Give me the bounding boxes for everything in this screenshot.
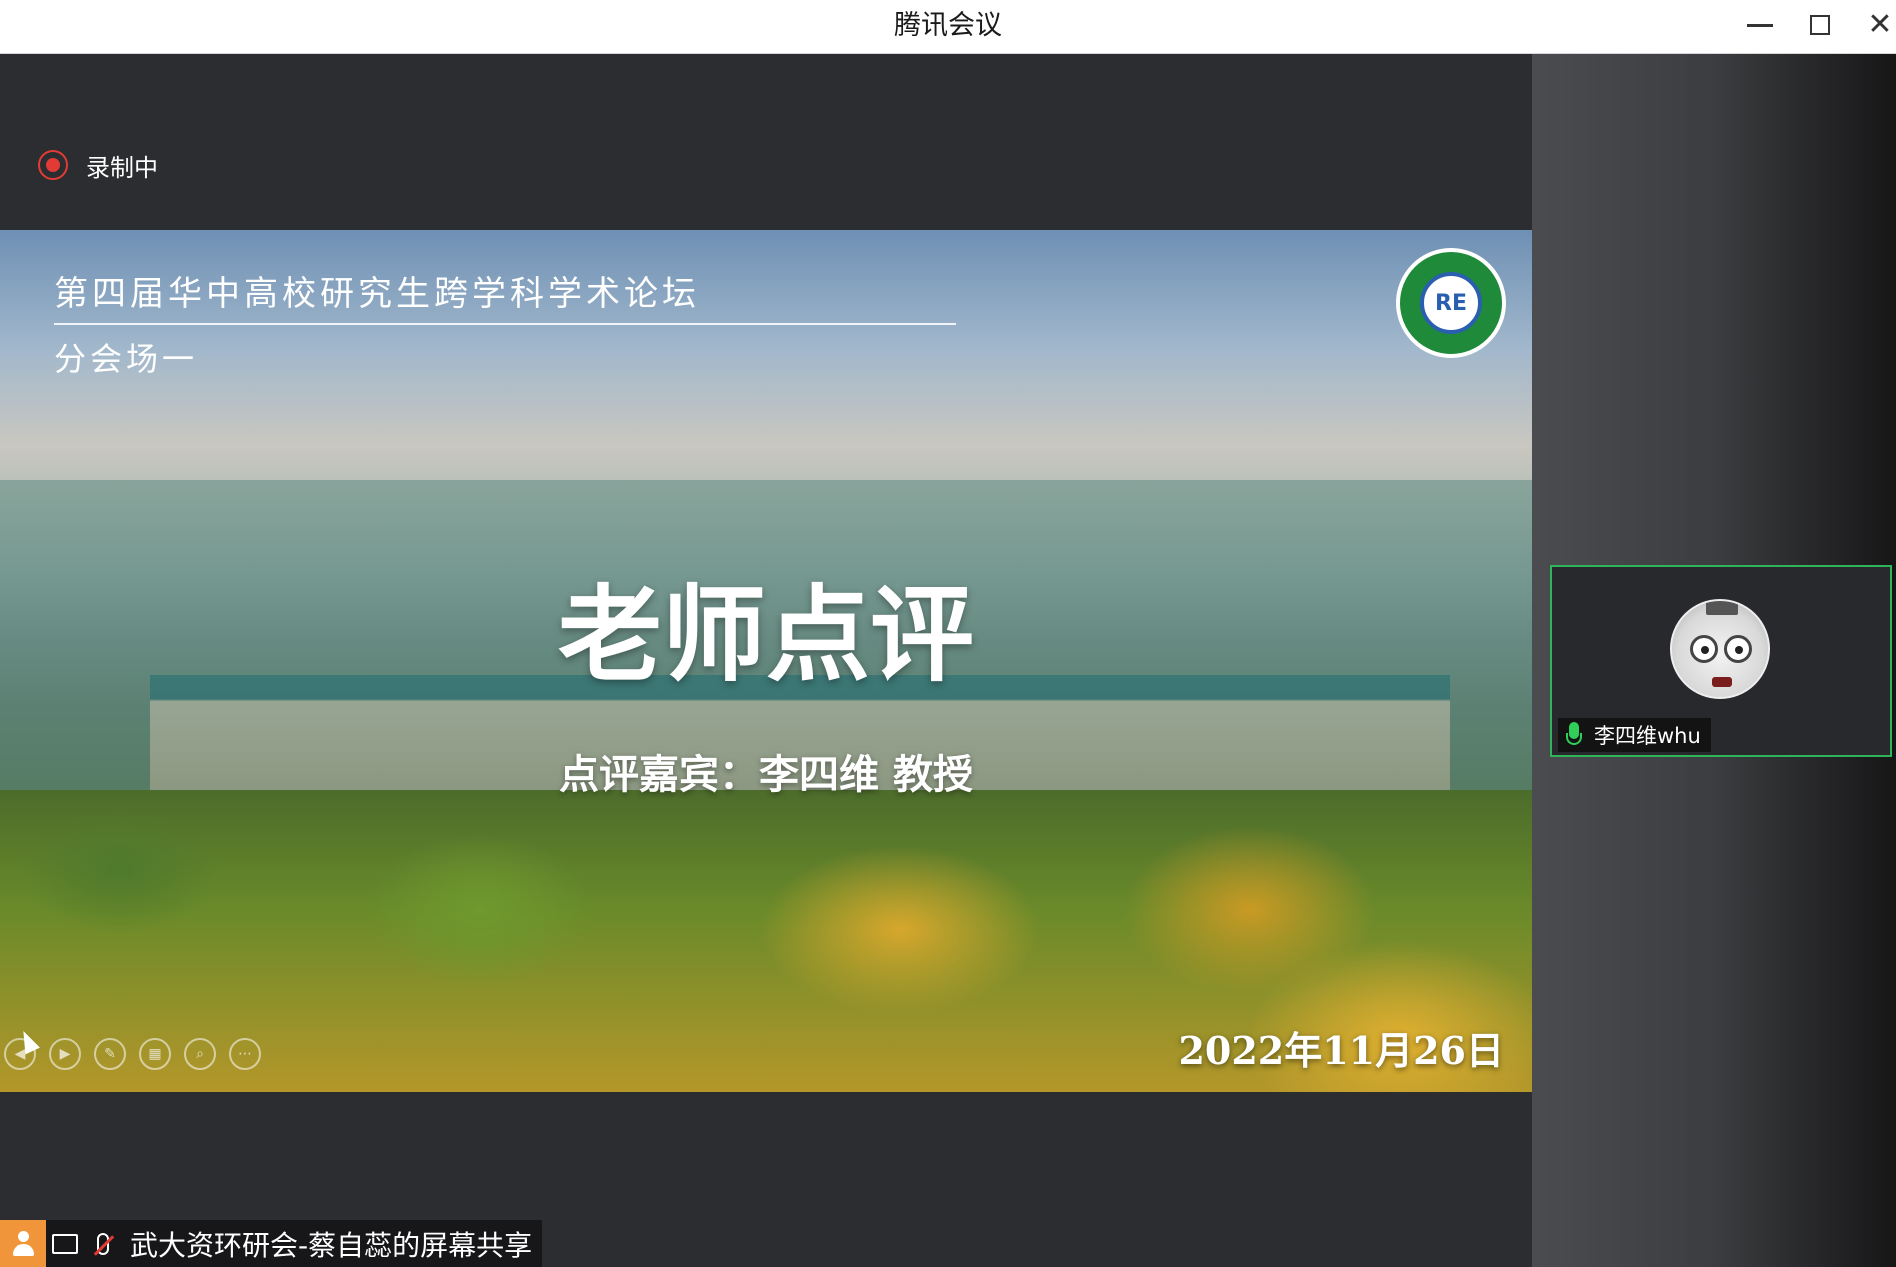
slideshow-controls: ◀ ▶ ✎ ▦ ⌕ ⋯ [4, 1038, 261, 1070]
close-icon: ✕ [1867, 7, 1893, 42]
app-title: 腾讯会议 [894, 10, 1002, 41]
participant-video-tile[interactable]: 李四维whu [1550, 565, 1892, 757]
hat-icon [1706, 601, 1738, 615]
slide-divider [54, 323, 956, 325]
more-icon[interactable]: ⋯ [229, 1038, 261, 1070]
slide-guest: 点评嘉宾：李四维 教授 [559, 751, 973, 798]
school-logo: RE [1396, 248, 1506, 358]
slides-overview-icon[interactable]: ▦ [139, 1038, 171, 1070]
avatar [1670, 599, 1770, 699]
screen-share-bar[interactable]: 武大资环研会-蔡自蕊的屏幕共享 [0, 1220, 543, 1267]
zoom-icon[interactable]: ⌕ [184, 1038, 216, 1070]
slide-session-name: 分会场一 [54, 340, 199, 378]
maximize-button[interactable] [1792, 0, 1848, 50]
eye-icon [1724, 635, 1752, 663]
logo-emblem: RE [1420, 272, 1482, 334]
maximize-icon [1810, 15, 1830, 35]
bowtie-icon [1712, 677, 1732, 687]
shared-screen-area: 录制中 第四届华中高校研究生跨学科学术论坛 分会场一 RE 老师点评 点评嘉宾：… [0, 54, 1532, 1267]
mic-muted-icon[interactable] [84, 1220, 122, 1267]
slide-date: 2022年11月26日 [1178, 1028, 1504, 1073]
participant-name-tag: 李四维whu [1558, 718, 1711, 752]
minimize-button[interactable] [1732, 0, 1788, 50]
participant-name: 李四维whu [1594, 724, 1701, 748]
record-icon [38, 150, 68, 180]
person-icon[interactable] [0, 1220, 46, 1267]
screen-share-label: 武大资环研会-蔡自蕊的屏幕共享 [130, 1228, 533, 1262]
recording-indicator[interactable]: 录制中 [38, 145, 158, 185]
slide-title: 老师点评 [557, 573, 974, 696]
screen-share-icon[interactable] [46, 1220, 84, 1267]
close-button[interactable]: ✕ [1852, 0, 1896, 50]
eye-icon [1690, 635, 1718, 663]
minimize-icon [1747, 23, 1773, 27]
next-slide-icon[interactable]: ▶ [49, 1038, 81, 1070]
recording-label: 录制中 [86, 153, 158, 182]
pen-icon[interactable]: ✎ [94, 1038, 126, 1070]
mic-icon [1566, 722, 1582, 748]
presentation-slide: 第四届华中高校研究生跨学科学术论坛 分会场一 RE 老师点评 点评嘉宾：李四维 … [0, 230, 1532, 1092]
slide-forum-title: 第四届华中高校研究生跨学科学术论坛 [54, 274, 700, 314]
title-bar: 腾讯会议 ✕ [0, 0, 1896, 54]
